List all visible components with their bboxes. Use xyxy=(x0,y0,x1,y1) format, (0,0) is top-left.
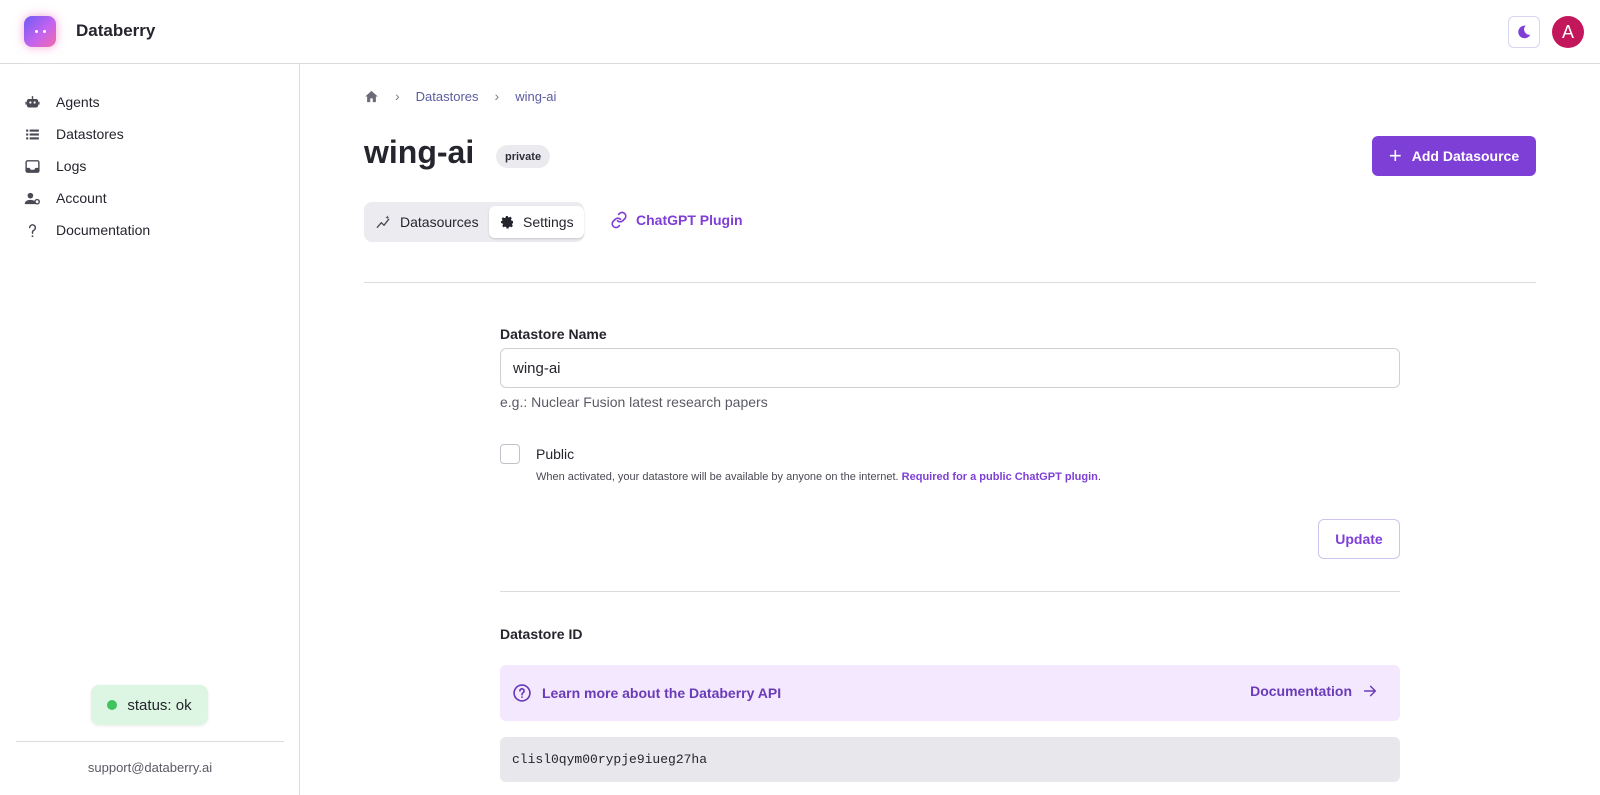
theme-toggle-button[interactable] xyxy=(1508,16,1540,48)
home-icon[interactable] xyxy=(364,89,379,104)
sidebar-item-label: Documentation xyxy=(56,222,151,238)
public-description-text: When activated, your datastore will be a… xyxy=(536,471,899,483)
tab-list: Datasources Settings xyxy=(364,202,584,242)
datastore-id-value[interactable]: clisl0qym00rypje9iueg27ha xyxy=(500,737,1400,782)
datastore-name-input[interactable] xyxy=(500,348,1400,388)
arrow-right-icon xyxy=(1363,685,1377,697)
robot-icon xyxy=(25,95,40,107)
help-circle-icon xyxy=(513,684,531,702)
documentation-link[interactable]: Documentation xyxy=(1250,683,1378,699)
sidebar-item-account[interactable]: Account xyxy=(24,186,107,210)
tab-settings[interactable]: Settings xyxy=(489,206,584,238)
sidebar-item-label: Account xyxy=(56,190,107,206)
sidebar-item-label: Logs xyxy=(56,158,87,174)
api-info-label: Learn more about the Databerry API xyxy=(542,685,782,701)
tab-label: Settings xyxy=(523,214,574,230)
breadcrumb-current[interactable]: wing-ai xyxy=(515,89,556,104)
public-plugin-link[interactable]: Required for a public ChatGPT plugin xyxy=(902,471,1098,483)
status-badge: status: ok xyxy=(91,685,208,725)
inbox-icon xyxy=(25,159,40,173)
form-divider xyxy=(500,591,1400,592)
gear-icon xyxy=(501,216,513,229)
add-datasource-button[interactable]: + Add Datasource xyxy=(1372,136,1536,176)
databerry-logo[interactable] xyxy=(24,16,56,47)
support-email[interactable]: support@databerry.ai xyxy=(0,760,300,775)
sidebar-divider xyxy=(16,741,284,742)
content-divider xyxy=(364,282,1536,283)
sidebar-item-datastores[interactable]: Datastores xyxy=(24,122,124,146)
list-icon xyxy=(26,129,39,139)
page-title: wing-ai xyxy=(364,134,475,170)
breadcrumb: › Datastores › wing-ai xyxy=(364,88,556,104)
chevron-right-icon: › xyxy=(494,88,500,104)
public-checkbox[interactable] xyxy=(500,444,520,464)
moon-icon xyxy=(1518,25,1531,39)
visibility-badge: private xyxy=(496,145,551,168)
datastore-name-label: Datastore Name xyxy=(500,326,607,342)
tab-datasources[interactable]: Datasources xyxy=(366,206,489,238)
sidebar-item-label: Agents xyxy=(56,94,100,110)
plus-icon: + xyxy=(1388,143,1402,168)
sidebar-item-agents[interactable]: Agents xyxy=(24,90,100,114)
update-button[interactable]: Update xyxy=(1318,519,1400,559)
tab-label: Datasources xyxy=(400,214,479,230)
documentation-link-label: Documentation xyxy=(1250,683,1352,699)
chatgpt-plugin-label: ChatGPT Plugin xyxy=(636,212,743,228)
sidebar-item-documentation[interactable]: Documentation xyxy=(24,218,150,242)
datastore-id-label: Datastore ID xyxy=(500,626,583,642)
chevron-right-icon: › xyxy=(395,88,400,104)
public-label[interactable]: Public xyxy=(536,446,574,462)
breadcrumb-datastores[interactable]: Datastores xyxy=(416,89,479,104)
sidebar: Agents Datastores Logs Account Documenta… xyxy=(0,64,300,795)
status-dot-icon xyxy=(107,700,118,710)
sidebar-item-label: Datastores xyxy=(56,126,124,142)
app-name[interactable]: Databerry xyxy=(76,21,155,41)
user-avatar[interactable]: A xyxy=(1552,16,1584,48)
sparkle-chart-icon xyxy=(376,215,390,228)
datastore-name-helper: e.g.: Nuclear Fusion latest research pap… xyxy=(500,394,768,410)
public-description: When activated, your datastore will be a… xyxy=(536,471,1101,483)
api-info-banner: Learn more about the Databerry API Docum… xyxy=(500,665,1400,721)
sidebar-item-logs[interactable]: Logs xyxy=(24,154,86,178)
chatgpt-plugin-link[interactable]: ChatGPT Plugin xyxy=(610,211,743,229)
api-info-text: Learn more about the Databerry API xyxy=(512,683,781,703)
user-gear-icon xyxy=(24,192,40,205)
public-description-suffix: . xyxy=(1097,471,1101,483)
question-icon xyxy=(28,223,37,237)
top-bar: Databerry A xyxy=(0,0,1600,64)
add-datasource-label: Add Datasource xyxy=(1411,148,1520,164)
link-icon xyxy=(611,211,627,229)
status-text: status: ok xyxy=(127,696,192,714)
